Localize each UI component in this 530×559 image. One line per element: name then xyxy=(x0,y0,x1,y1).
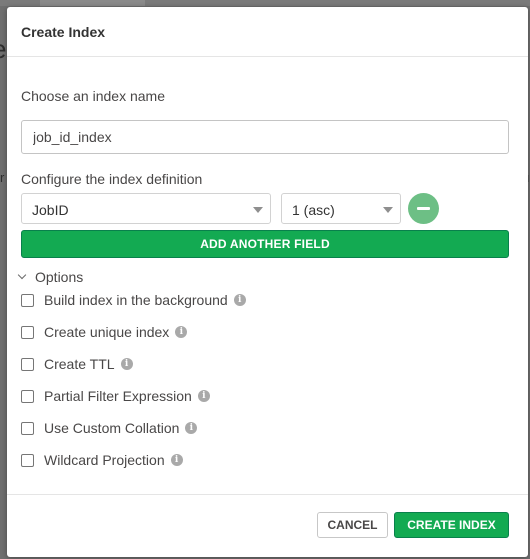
ttl-checkbox[interactable] xyxy=(21,357,34,371)
wildcard-checkbox[interactable] xyxy=(21,453,34,467)
backdrop-text-fragment: r xyxy=(0,170,5,185)
info-icon[interactable]: i xyxy=(197,390,210,402)
remove-field-button[interactable] xyxy=(408,193,439,224)
option-collation: Use Custom Collation i xyxy=(21,419,198,437)
option-ttl: Create TTL i xyxy=(21,355,133,373)
options-toggle[interactable]: Options xyxy=(16,269,83,285)
option-wildcard: Wildcard Projection i xyxy=(21,451,183,469)
option-label: Wildcard Projection xyxy=(44,452,165,468)
option-unique: Create unique index i xyxy=(21,323,188,341)
field-type-value: 1 (asc) xyxy=(292,202,335,218)
option-label: Build index in the background xyxy=(44,292,228,308)
create-index-button[interactable]: CREATE INDEX xyxy=(394,512,509,538)
minus-circle-icon xyxy=(417,207,430,210)
backdrop-tab xyxy=(40,0,145,6)
option-background: Build index in the background i xyxy=(21,291,246,309)
create-index-modal: Create Index Choose an index name Config… xyxy=(7,7,528,557)
add-another-field-button[interactable]: ADD ANOTHER FIELD xyxy=(21,230,509,258)
cancel-button[interactable]: CANCEL xyxy=(317,512,388,538)
index-definition-label: Configure the index definition xyxy=(21,171,203,187)
background-checkbox[interactable] xyxy=(21,293,34,307)
footer-divider xyxy=(7,494,528,495)
modal-header: Create Index xyxy=(7,7,528,57)
field-type-select[interactable]: 1 (asc) xyxy=(281,193,401,224)
options-label: Options xyxy=(35,269,84,285)
option-label: Use Custom Collation xyxy=(44,420,180,436)
modal-title: Create Index xyxy=(21,24,106,40)
info-icon[interactable]: i xyxy=(170,454,183,466)
index-name-label: Choose an index name xyxy=(21,88,165,104)
chevron-down-icon xyxy=(17,270,27,280)
option-label: Create unique index xyxy=(44,324,170,340)
index-name-input[interactable] xyxy=(21,120,509,154)
unique-checkbox[interactable] xyxy=(21,325,34,339)
info-icon[interactable]: i xyxy=(175,326,188,338)
info-icon[interactable]: i xyxy=(120,358,133,370)
option-label: Create TTL xyxy=(44,356,115,372)
caret-down-icon xyxy=(253,207,263,213)
backdrop-text-fragment: e xyxy=(0,34,6,65)
caret-down-icon xyxy=(383,207,393,213)
field-name-value: JobID xyxy=(32,202,69,218)
field-name-select[interactable]: JobID xyxy=(21,193,271,224)
info-icon[interactable]: i xyxy=(185,422,198,434)
collation-checkbox[interactable] xyxy=(21,421,34,435)
partial-filter-checkbox[interactable] xyxy=(21,389,34,403)
option-label: Partial Filter Expression xyxy=(44,388,192,404)
option-partial-filter: Partial Filter Expression i xyxy=(21,387,210,405)
info-icon[interactable]: i xyxy=(233,294,246,306)
